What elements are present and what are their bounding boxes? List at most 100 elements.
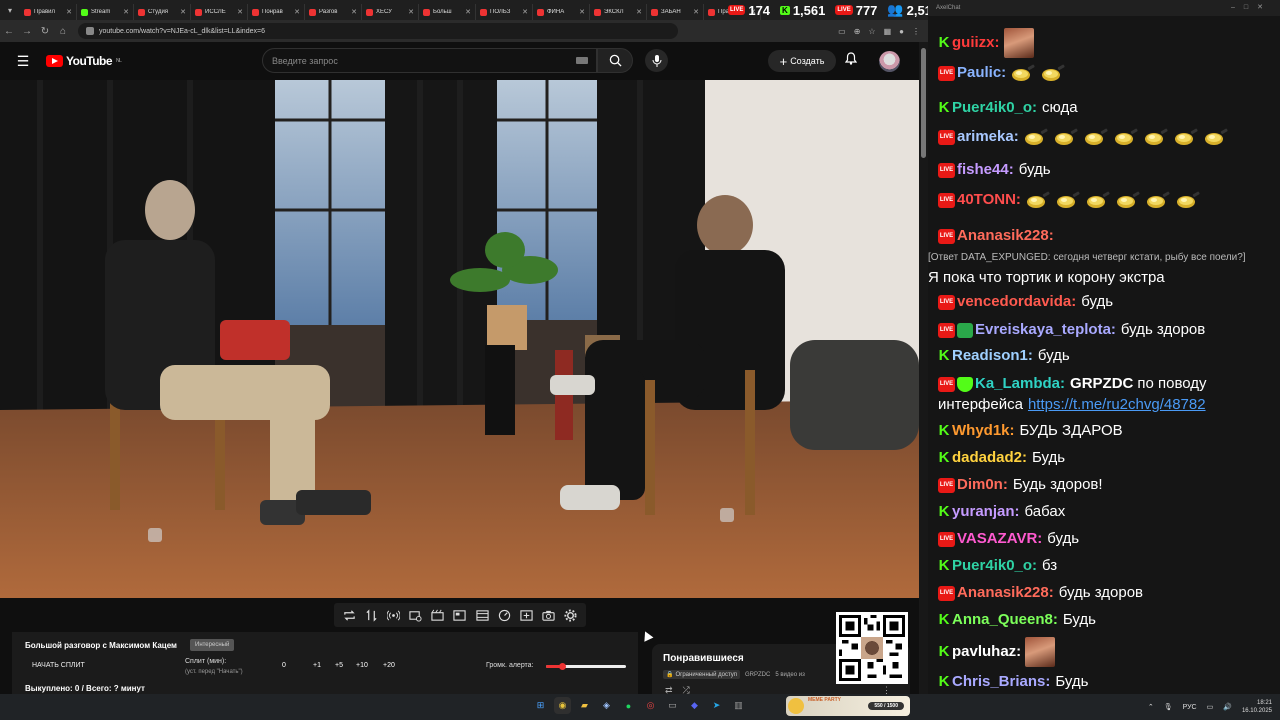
tab-close-icon[interactable]: ✕ <box>522 8 528 16</box>
telegram-icon[interactable]: ➤ <box>708 697 725 714</box>
browser-tab[interactable]: Stream ✕ <box>77 4 134 20</box>
keyboard-icon[interactable] <box>576 57 588 64</box>
zoom-icon[interactable]: ⊕ <box>854 27 861 36</box>
chat-username[interactable]: Evreiskaya_teplota: <box>975 321 1116 338</box>
chat-username[interactable]: Ka_Lambda: <box>975 375 1065 392</box>
browser-tab[interactable]: ПОЛЬЗ ✕ <box>476 4 533 20</box>
browser-tab[interactable]: Понрав ✕ <box>248 4 305 20</box>
playlist-owner[interactable]: GRPZDC <box>745 672 770 678</box>
browser-tab[interactable]: Правил ✕ <box>20 4 77 20</box>
spotify-icon[interactable]: ● <box>620 697 637 714</box>
add-20-button[interactable]: +20 <box>383 662 395 669</box>
volume-icon[interactable]: 🔊 <box>1223 703 1232 711</box>
chrome-icon[interactable]: ◉ <box>554 697 571 714</box>
extensions-icon[interactable]: ▦ <box>884 27 892 36</box>
chat-username[interactable]: Anna_Queen8: <box>952 611 1058 628</box>
video-settings-icon[interactable] <box>407 607 424 624</box>
browser-tab[interactable]: ЗАБАН ✕ <box>647 4 704 20</box>
split-minutes-value[interactable]: 0 <box>282 662 286 669</box>
speedometer-icon[interactable] <box>496 607 513 624</box>
site-info-icon[interactable] <box>86 27 94 35</box>
home-icon[interactable]: ⌂ <box>54 26 72 37</box>
chat-username[interactable]: Ananasik228: <box>957 227 1054 244</box>
tab-close-icon[interactable]: ✕ <box>579 8 585 16</box>
microphone-icon[interactable]: 🎙 <box>1164 703 1173 711</box>
tab-close-icon[interactable]: ✕ <box>66 8 72 16</box>
chat-username[interactable]: Puer4ik0_o: <box>952 557 1037 574</box>
tab-close-icon[interactable]: ✕ <box>294 8 300 16</box>
chat-username[interactable]: VASAZAVR: <box>957 530 1042 547</box>
chat-username[interactable]: Puer4ik0_o: <box>952 99 1037 116</box>
alert-volume-handle[interactable] <box>559 663 566 670</box>
tab-close-icon[interactable]: ✕ <box>180 8 186 16</box>
chat-username[interactable]: Dim0n: <box>957 476 1008 493</box>
browser-menu-icon[interactable]: ⋮ <box>912 27 920 36</box>
close-icon[interactable]: ✕ <box>1257 4 1272 11</box>
sort-arrows-icon[interactable] <box>363 607 380 624</box>
chat-username[interactable]: Ananasik228: <box>957 584 1054 601</box>
search-input[interactable]: Введите запрос <box>262 48 597 73</box>
minimize-icon[interactable]: – <box>1231 4 1244 11</box>
reload-icon[interactable]: ↻ <box>36 26 54 37</box>
film-icon[interactable] <box>474 607 491 624</box>
browser-tab[interactable]: ХЕСУ ✕ <box>362 4 419 20</box>
chat-username[interactable]: Whyd1k: <box>952 422 1015 439</box>
tab-close-icon[interactable]: ✕ <box>693 8 699 16</box>
video-player[interactable] <box>0 80 919 598</box>
network-icon[interactable]: ▭ <box>1207 703 1214 711</box>
voice-search-button[interactable] <box>645 49 668 72</box>
add-1-button[interactable]: +1 <box>313 662 321 669</box>
chat-username[interactable]: arimeka: <box>957 128 1019 145</box>
account-avatar[interactable] <box>879 51 900 72</box>
page-scrollbar[interactable] <box>919 42 928 694</box>
windows-start-icon[interactable]: ⊞ <box>532 697 549 714</box>
language-indicator[interactable]: РУС <box>1183 704 1197 711</box>
chat-username[interactable]: dadadad2: <box>952 449 1027 466</box>
browser-tab[interactable]: Разгов ✕ <box>305 4 362 20</box>
menu-icon[interactable]: ☰ <box>0 53 46 70</box>
file-explorer-icon[interactable]: ▰ <box>576 697 593 714</box>
browser-tab[interactable]: ФИНА ✕ <box>533 4 590 20</box>
chat-username[interactable]: Readison1: <box>952 347 1033 364</box>
cast-icon[interactable]: ▭ <box>838 27 846 36</box>
clapper-icon[interactable] <box>429 607 446 624</box>
app-icon-1[interactable]: ▭ <box>664 697 681 714</box>
address-bar[interactable]: youtube.com/watch?v=NJEa-cL_dlk&list=LL&… <box>78 23 678 39</box>
chevron-up-icon[interactable]: ⌃ <box>1148 703 1154 711</box>
alert-volume-slider[interactable] <box>546 663 626 670</box>
browser-tab[interactable]: Больш ✕ <box>419 4 476 20</box>
chat-username[interactable]: 40TONN: <box>957 191 1021 208</box>
add-video-icon[interactable] <box>518 607 535 624</box>
audio-waves-icon[interactable] <box>385 607 402 624</box>
forward-icon[interactable]: → <box>18 26 36 37</box>
browser-tab[interactable]: Студия ✕ <box>134 4 191 20</box>
chat-username[interactable]: vencedordavida: <box>957 293 1076 310</box>
gear-icon[interactable] <box>562 607 579 624</box>
chat-username[interactable]: Chris_Brians: <box>952 673 1050 690</box>
browser-tab[interactable]: ИССЛЕ ✕ <box>191 4 248 20</box>
chat-username[interactable]: yuranjan: <box>952 503 1020 520</box>
scrollbar-thumb[interactable] <box>921 48 926 158</box>
maximize-icon[interactable]: □ <box>1244 4 1257 11</box>
clock[interactable]: 18:21 16.10.2025 <box>1242 699 1272 715</box>
app-icon-2[interactable]: ▥ <box>730 697 747 714</box>
chat-username[interactable]: Paulic: <box>957 64 1006 81</box>
obs-icon[interactable]: ◎ <box>642 697 659 714</box>
tab-close-icon[interactable]: ✕ <box>636 8 642 16</box>
tab-search-icon[interactable]: ▾ <box>0 0 20 20</box>
steam-icon[interactable]: ◈ <box>598 697 615 714</box>
camera-icon[interactable] <box>540 607 557 624</box>
profile-icon[interactable]: ● <box>899 27 904 36</box>
chat-username[interactable]: guiizx: <box>952 34 1000 51</box>
add-10-button[interactable]: +10 <box>356 662 368 669</box>
chat-username[interactable]: pavluhaz: <box>952 643 1021 660</box>
start-split-button[interactable]: НАЧАТЬ СПЛИТ <box>32 662 85 669</box>
back-icon[interactable]: ← <box>0 26 18 37</box>
tab-close-icon[interactable]: ✕ <box>465 8 471 16</box>
playlist-title[interactable]: Понравившиеся <box>663 653 744 664</box>
search-button[interactable] <box>597 48 633 73</box>
notifications-bell-icon[interactable] <box>844 52 858 68</box>
chat-username[interactable]: fishe44: <box>957 161 1014 178</box>
youtube-logo[interactable]: YouTube NL <box>46 54 122 68</box>
tab-close-icon[interactable]: ✕ <box>351 8 357 16</box>
